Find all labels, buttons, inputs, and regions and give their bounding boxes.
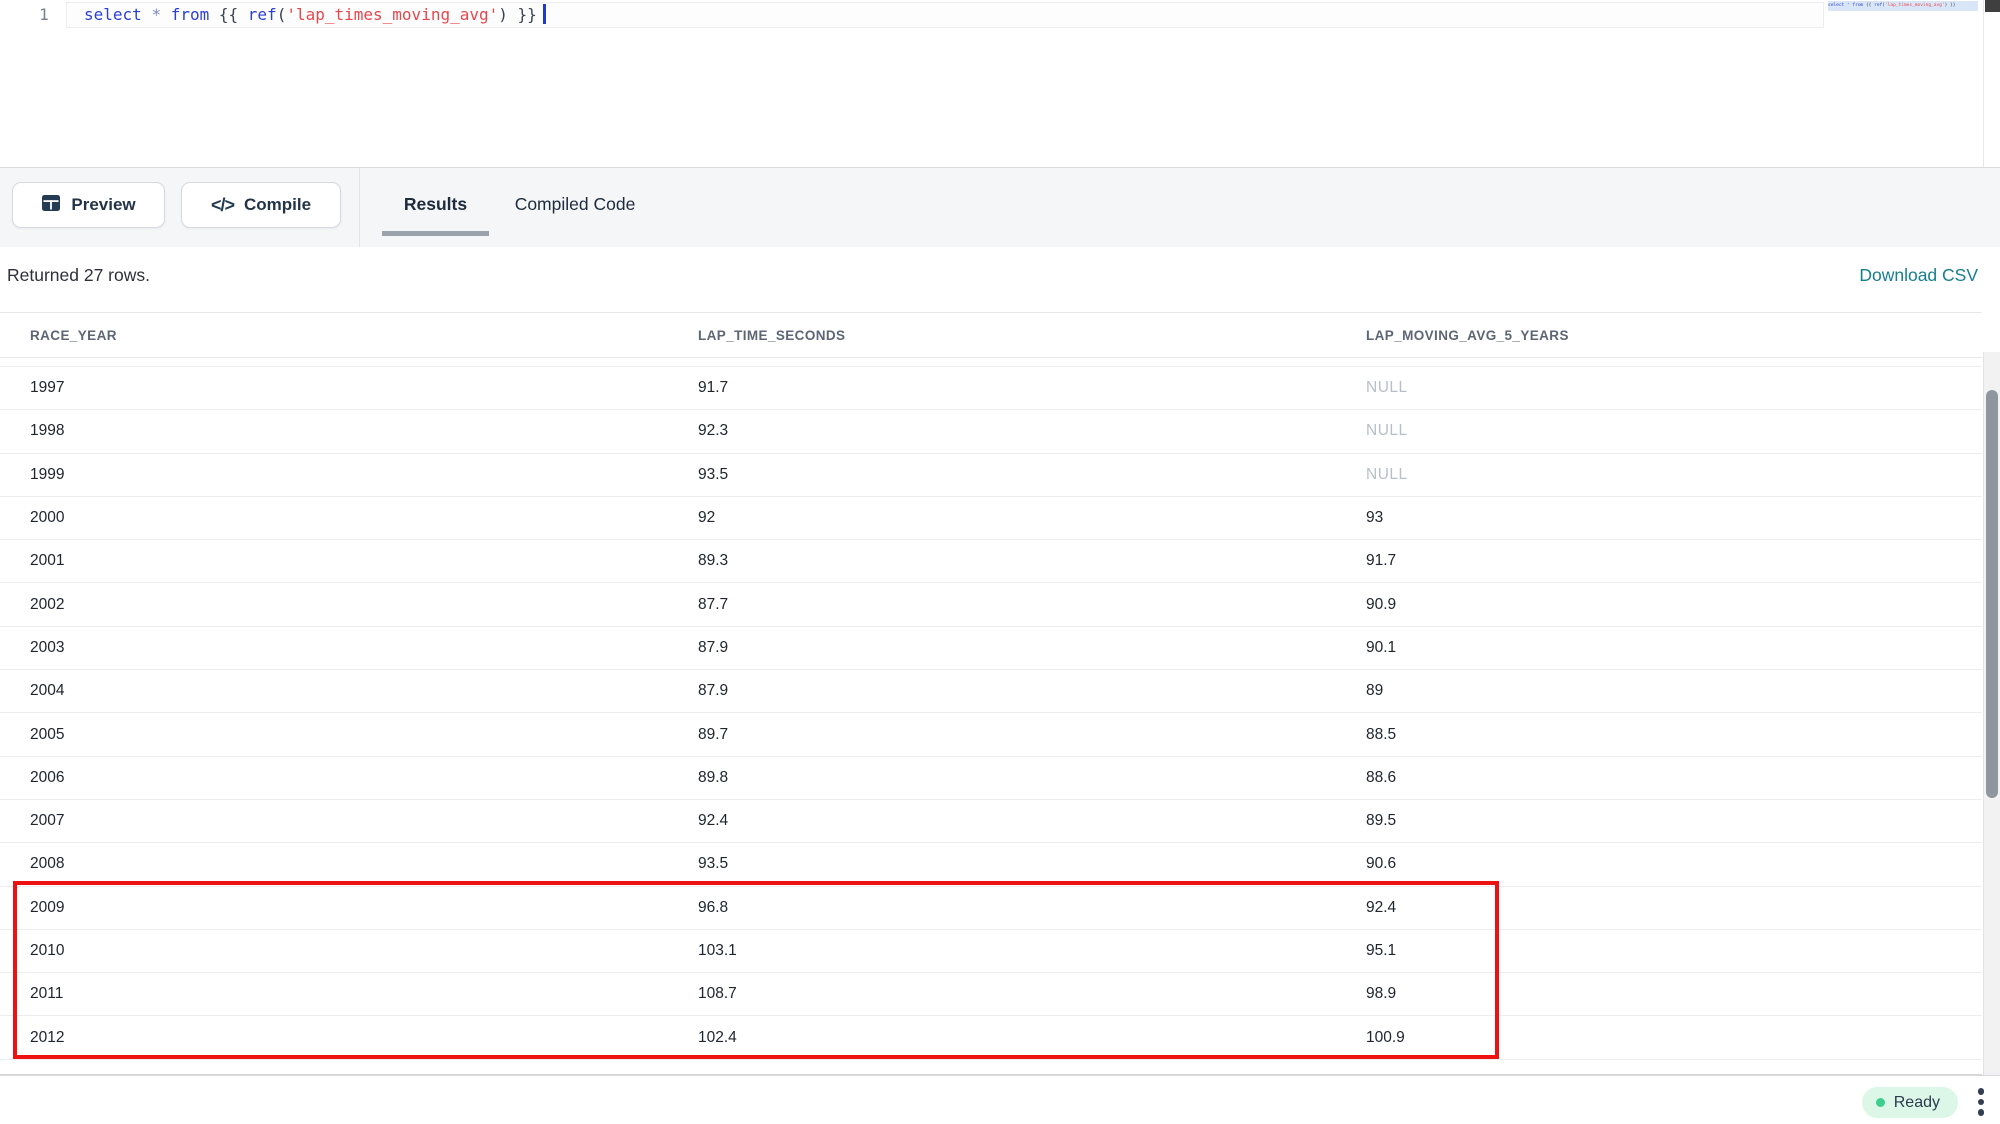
preview-button-label: Preview	[71, 195, 135, 215]
results-grid[interactable]: 199791.7NULL199892.3NULL199993.5NULL2000…	[0, 358, 1982, 1075]
table-cell: NULL	[1366, 379, 1982, 397]
status-dot-icon	[1876, 1098, 1885, 1107]
results-header: Returned 27 rows. Download CSV	[0, 247, 2000, 312]
table-cell: 95.1	[1366, 942, 1982, 960]
table-cell: NULL	[1366, 422, 1982, 440]
table-cell: 98.9	[1366, 985, 1982, 1003]
table-cell: 87.9	[698, 682, 1366, 700]
table-cell: 88.5	[1366, 726, 1982, 744]
compile-button[interactable]: </> Compile	[181, 182, 341, 228]
table-cell: 2012	[30, 1029, 698, 1047]
table-row: 200689.888.6	[0, 757, 1982, 800]
results-scrollbar-thumb[interactable]	[1986, 390, 1998, 798]
table-cell: 90.1	[1366, 639, 1982, 657]
table-cell: 102.4	[698, 1029, 1366, 1047]
table-cell: 90.6	[1366, 855, 1982, 873]
table-cell: 2011	[30, 985, 698, 1003]
table-cell: 2007	[30, 812, 698, 830]
status-label: Ready	[1894, 1094, 1940, 1112]
table-cell: 2002	[30, 596, 698, 614]
active-tab-underline	[382, 231, 489, 236]
preview-button[interactable]: Preview	[12, 182, 165, 228]
table-cell: 1999	[30, 466, 698, 484]
table-cell: 92.4	[1366, 899, 1982, 917]
table-cell: 2009	[30, 899, 698, 917]
table-row: 20009293	[0, 497, 1982, 540]
table-row: 200487.989	[0, 670, 1982, 713]
editor-scrollbar[interactable]	[1983, 0, 2000, 167]
table-cell: 89.5	[1366, 812, 1982, 830]
table-cell: 91.7	[1366, 552, 1982, 570]
table-row: 199892.3NULL	[0, 410, 1982, 453]
table-row: 200589.788.5	[0, 713, 1982, 756]
table-cell: NULL	[1366, 466, 1982, 484]
table-row: 199993.5NULL	[0, 454, 1982, 497]
table-row: 200996.892.4	[0, 887, 1982, 930]
line-number: 1	[30, 3, 58, 27]
table-cell: 96.8	[698, 899, 1366, 917]
status-bar: Ready	[0, 1075, 2000, 1124]
table-grid-icon	[41, 194, 61, 217]
row-count-text: Returned 27 rows.	[7, 265, 150, 286]
table-cell: 2003	[30, 639, 698, 657]
table-cell: 90.9	[1366, 596, 1982, 614]
table-cell: 87.9	[698, 639, 1366, 657]
table-cell: 108.7	[698, 985, 1366, 1003]
table-cell: 1997	[30, 379, 698, 397]
table-cell: 2001	[30, 552, 698, 570]
tab-compiled-code[interactable]: Compiled Code	[505, 168, 645, 248]
table-cell: 89	[1366, 682, 1982, 700]
table-row: 200387.990.1	[0, 627, 1982, 670]
table-cell: 2005	[30, 726, 698, 744]
table-cell: 103.1	[698, 942, 1366, 960]
table-cell: 1998	[30, 422, 698, 440]
editor-minimap[interactable]: select * from {{ ref('lap_times_moving_a…	[1828, 1, 1978, 11]
kebab-menu-icon[interactable]	[1970, 1086, 1992, 1118]
table-cell: 89.3	[698, 552, 1366, 570]
table-header-row: RACE_YEAR LAP_TIME_SECONDS LAP_MOVING_AV…	[0, 312, 1982, 358]
table-cell: 89.7	[698, 726, 1366, 744]
column-header-lap-time-seconds[interactable]: LAP_TIME_SECONDS	[698, 328, 1366, 343]
column-header-lap-moving-avg-5-years[interactable]: LAP_MOVING_AVG_5_YEARS	[1366, 328, 1982, 343]
editor-scrollbar-thumb[interactable]	[1985, 0, 2000, 12]
table-cell: 92.4	[698, 812, 1366, 830]
table-cell: 89.8	[698, 769, 1366, 787]
table-cell: 93.5	[698, 466, 1366, 484]
table-row: 199791.7NULL	[0, 367, 1982, 410]
table-row: 200287.790.9	[0, 583, 1982, 626]
table-cell: 2010	[30, 942, 698, 960]
table-row: 2012102.4100.9	[0, 1016, 1982, 1059]
results-scrollbar[interactable]	[1983, 352, 2000, 1075]
partial-row	[0, 358, 1982, 367]
table-cell: 2004	[30, 682, 698, 700]
table-cell: 93	[1366, 509, 1982, 527]
table-row: 200189.391.7	[0, 540, 1982, 583]
compile-button-label: Compile	[244, 195, 311, 215]
results-toolbar: Preview </> Compile Results Compiled Cod…	[0, 167, 2000, 247]
table-row: 200893.590.6	[0, 843, 1982, 886]
text-cursor	[543, 4, 546, 24]
code-line[interactable]: select * from {{ ref('lap_times_moving_a…	[84, 3, 546, 27]
table-cell: 2000	[30, 509, 698, 527]
table-cell: 88.6	[1366, 769, 1982, 787]
table-row: 2011108.798.9	[0, 973, 1982, 1016]
table-cell: 100.9	[1366, 1029, 1982, 1047]
table-cell: 93.5	[698, 855, 1366, 873]
table-row: 2010103.195.1	[0, 930, 1982, 973]
table-row: 200792.489.5	[0, 800, 1982, 843]
status-badge: Ready	[1862, 1087, 1958, 1118]
toolbar-divider	[359, 168, 360, 248]
ide-window: 1 select * from {{ ref('lap_times_moving…	[0, 0, 2000, 1124]
table-cell: 92.3	[698, 422, 1366, 440]
table-cell: 2006	[30, 769, 698, 787]
sql-editor[interactable]: 1 select * from {{ ref('lap_times_moving…	[0, 0, 2000, 167]
tab-results[interactable]: Results	[382, 168, 489, 248]
code-brackets-icon: </>	[211, 195, 234, 216]
table-cell: 92	[698, 509, 1366, 527]
download-csv-link[interactable]: Download CSV	[1859, 265, 1978, 286]
table-cell: 87.7	[698, 596, 1366, 614]
table-cell: 91.7	[698, 379, 1366, 397]
table-cell: 2008	[30, 855, 698, 873]
column-header-race-year[interactable]: RACE_YEAR	[30, 328, 698, 343]
